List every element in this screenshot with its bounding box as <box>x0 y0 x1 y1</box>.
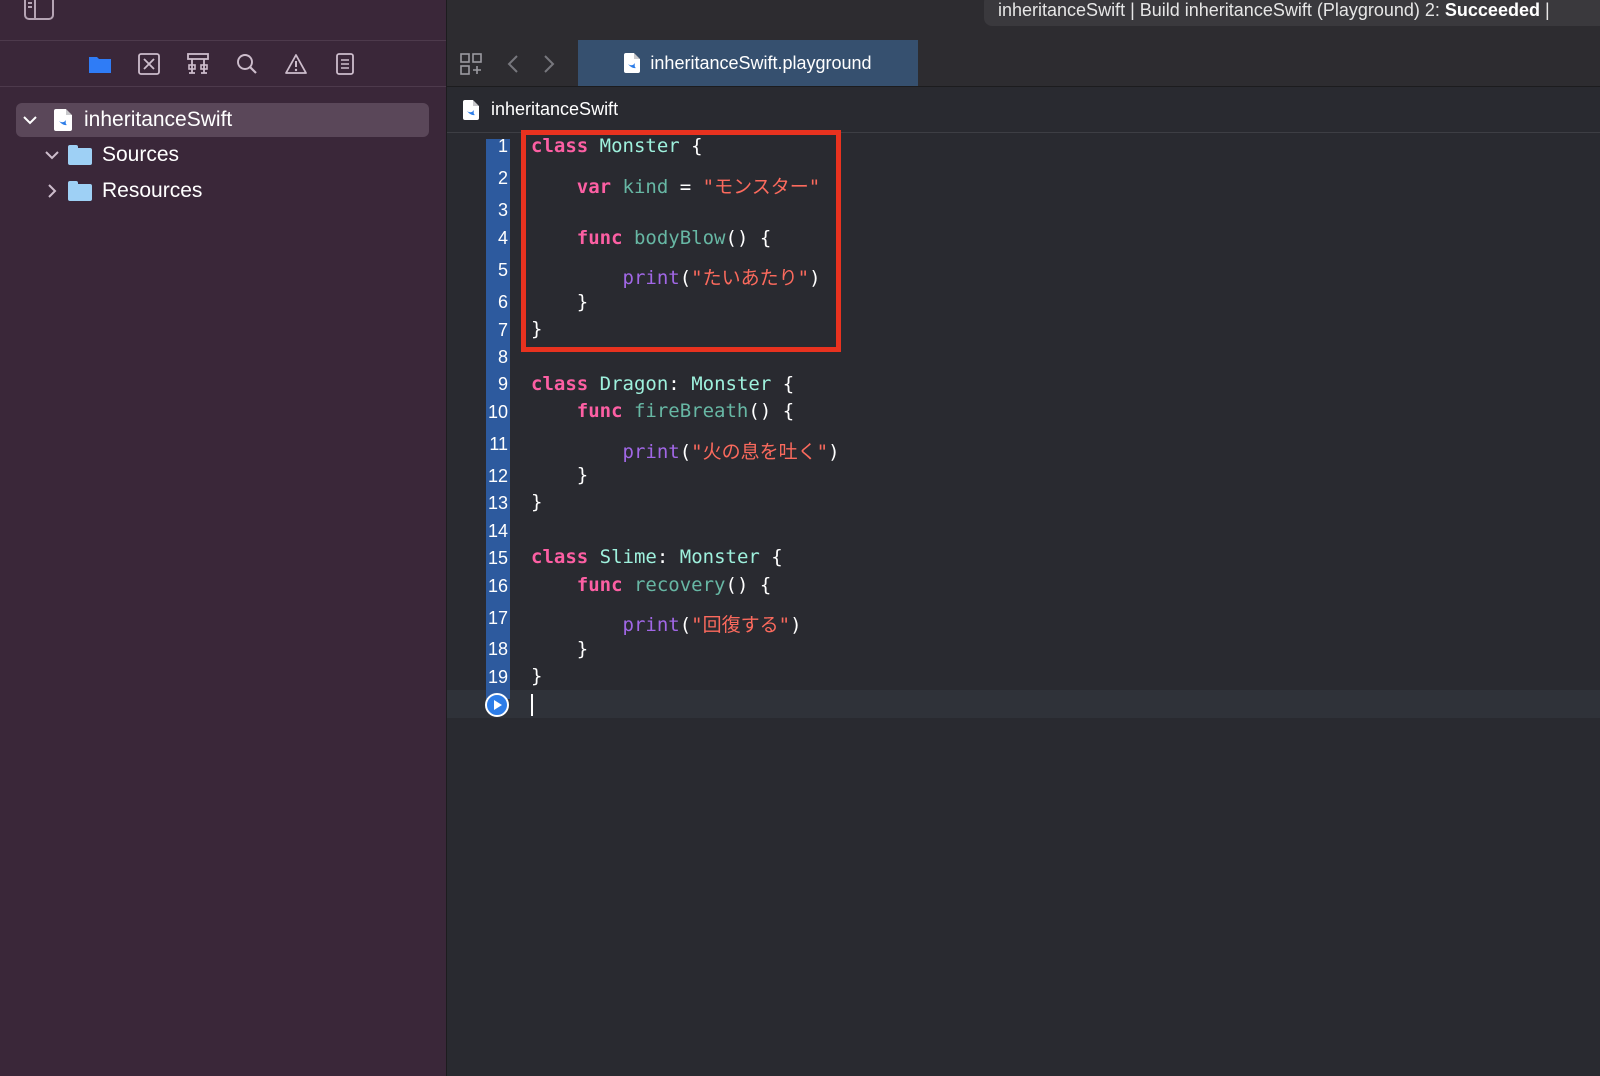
back-chevron-icon[interactable] <box>501 52 525 76</box>
window-titlebar: inheritanceSwift | Build inheritanceSwif… <box>447 0 1600 40</box>
code-line[interactable]: print("火の息を吐く") <box>531 437 840 464</box>
status-text: inheritanceSwift | Build inheritanceSwif… <box>998 0 1445 20</box>
line-number[interactable]: 6 <box>486 292 510 313</box>
folder-icon <box>68 181 92 201</box>
line-number[interactable]: 15 <box>486 548 510 569</box>
tree-item-label: Resources <box>102 179 203 202</box>
report-icon[interactable] <box>332 52 358 76</box>
breadcrumb[interactable]: inheritanceSwift <box>491 99 618 120</box>
chevron-down-icon[interactable] <box>22 112 38 128</box>
tab-playground[interactable]: inheritanceSwift.playground <box>578 40 918 86</box>
activity-status: inheritanceSwift | Build inheritanceSwif… <box>984 0 1600 26</box>
swift-file-icon <box>463 99 479 120</box>
tree-item-label: Sources <box>102 143 180 166</box>
chevron-right-icon[interactable] <box>44 183 60 199</box>
tab-label: inheritanceSwift.playground <box>650 52 872 73</box>
folder-icon <box>68 145 92 165</box>
navigator-selector-bar <box>0 40 446 87</box>
line-number[interactable]: 5 <box>486 260 510 281</box>
line-number[interactable]: 3 <box>486 200 510 221</box>
code-line[interactable]: print("回復する") <box>531 610 802 637</box>
annotation-highlight-box <box>521 130 841 352</box>
line-number[interactable]: 8 <box>486 347 510 368</box>
line-number[interactable]: 9 <box>486 374 510 395</box>
status-suffix: | <box>1539 0 1550 20</box>
sidebar-toggle-icon[interactable] <box>24 0 54 20</box>
search-icon[interactable] <box>234 52 260 76</box>
swift-file-icon <box>624 53 641 73</box>
line-number[interactable]: 12 <box>486 466 510 487</box>
code-line[interactable]: } <box>531 464 588 486</box>
line-number[interactable]: 16 <box>486 576 510 597</box>
code-line[interactable]: func fireBreath() { <box>531 400 794 422</box>
grid-icon[interactable] <box>459 52 483 76</box>
status-result: Succeeded <box>1444 0 1540 20</box>
source-editor[interactable]: 1 2 3 4 5 6 7 8 9 10 11 12 13 14 15 16 1… <box>447 130 1600 1076</box>
tree-item-project[interactable]: inheritanceSwift <box>16 103 429 137</box>
line-number[interactable]: 1 <box>486 136 510 157</box>
navigator-sidebar: inheritanceSwift Sources Resources <box>0 0 447 1076</box>
warning-icon[interactable] <box>283 52 309 76</box>
text-cursor <box>531 694 533 716</box>
sidebar-toolbar <box>0 0 446 41</box>
run-playground-button[interactable] <box>485 693 509 717</box>
hierarchy-icon[interactable] <box>185 52 211 76</box>
current-line-highlight <box>447 690 1600 718</box>
line-number[interactable]: 11 <box>486 434 510 455</box>
tree-item-resources[interactable]: Resources <box>44 174 202 208</box>
swift-file-icon <box>54 109 72 131</box>
editor-tab-bar: inheritanceSwift.playground <box>447 40 1600 87</box>
line-number[interactable]: 7 <box>486 320 510 341</box>
line-number[interactable]: 4 <box>486 228 510 249</box>
code-line[interactable]: class Dragon: Monster { <box>531 373 794 395</box>
code-line[interactable]: class Slime: Monster { <box>531 546 783 568</box>
code-line[interactable]: } <box>531 638 588 660</box>
line-number[interactable]: 13 <box>486 493 510 514</box>
line-number[interactable]: 17 <box>486 608 510 629</box>
line-number[interactable]: 19 <box>486 667 510 688</box>
forward-chevron-icon[interactable] <box>537 52 561 76</box>
chevron-down-icon[interactable] <box>44 147 60 163</box>
line-number[interactable]: 14 <box>486 521 510 542</box>
code-line[interactable]: func recovery() { <box>531 574 772 596</box>
folder-icon[interactable] <box>87 52 113 76</box>
jump-bar[interactable]: inheritanceSwift <box>447 87 1600 133</box>
line-number[interactable]: 18 <box>486 639 510 660</box>
tree-item-sources[interactable]: Sources <box>44 138 179 172</box>
code-line[interactable]: } <box>531 491 542 513</box>
code-line[interactable]: } <box>531 665 542 687</box>
source-control-icon[interactable] <box>136 52 162 76</box>
tree-item-label: inheritanceSwift <box>84 108 233 131</box>
line-number[interactable]: 10 <box>486 402 510 423</box>
line-number[interactable]: 2 <box>486 168 510 189</box>
